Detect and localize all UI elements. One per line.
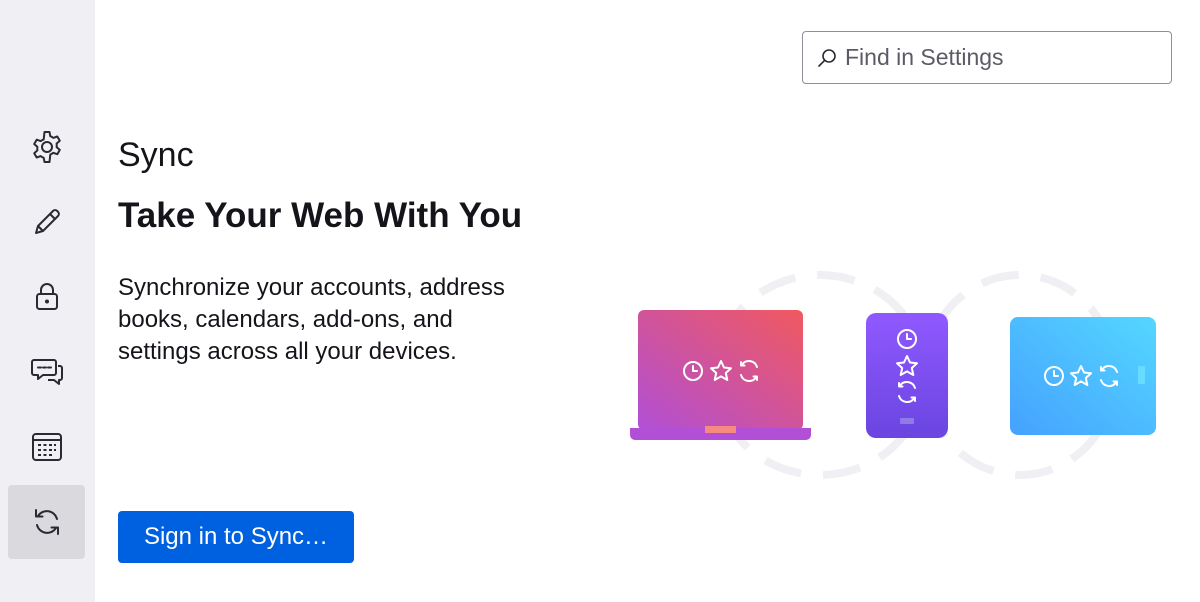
- sidebar-item-compose[interactable]: [8, 185, 85, 259]
- sidebar: [0, 0, 95, 602]
- sidebar-item-general[interactable]: [8, 110, 85, 184]
- search-field[interactable]: [802, 31, 1172, 84]
- sidebar-item-sync[interactable]: [8, 485, 85, 559]
- chat-icon: [30, 359, 63, 385]
- sidebar-item-chat[interactable]: [8, 334, 85, 408]
- search-icon: [818, 48, 836, 67]
- sync-description: Synchronize your accounts, address books…: [118, 274, 505, 365]
- calendar-icon: [31, 433, 62, 461]
- section-title: Sync: [118, 136, 194, 174]
- search-input[interactable]: [845, 44, 1165, 71]
- pencil-icon: [34, 209, 60, 234]
- tablet-illustration: [1010, 317, 1156, 435]
- sync-icon: [34, 509, 59, 535]
- phone-illustration: [866, 313, 948, 438]
- gear-icon: [32, 131, 61, 163]
- lock-icon: [35, 283, 58, 310]
- laptop-illustration: [630, 310, 811, 440]
- page-heading: Take Your Web With You: [118, 196, 523, 235]
- sidebar-item-calendar[interactable]: [8, 409, 85, 483]
- sync-devices-illustration: [630, 271, 1156, 479]
- sidebar-item-privacy[interactable]: [8, 259, 85, 333]
- sign-in-to-sync-button[interactable]: Sign in to Sync…: [118, 511, 354, 563]
